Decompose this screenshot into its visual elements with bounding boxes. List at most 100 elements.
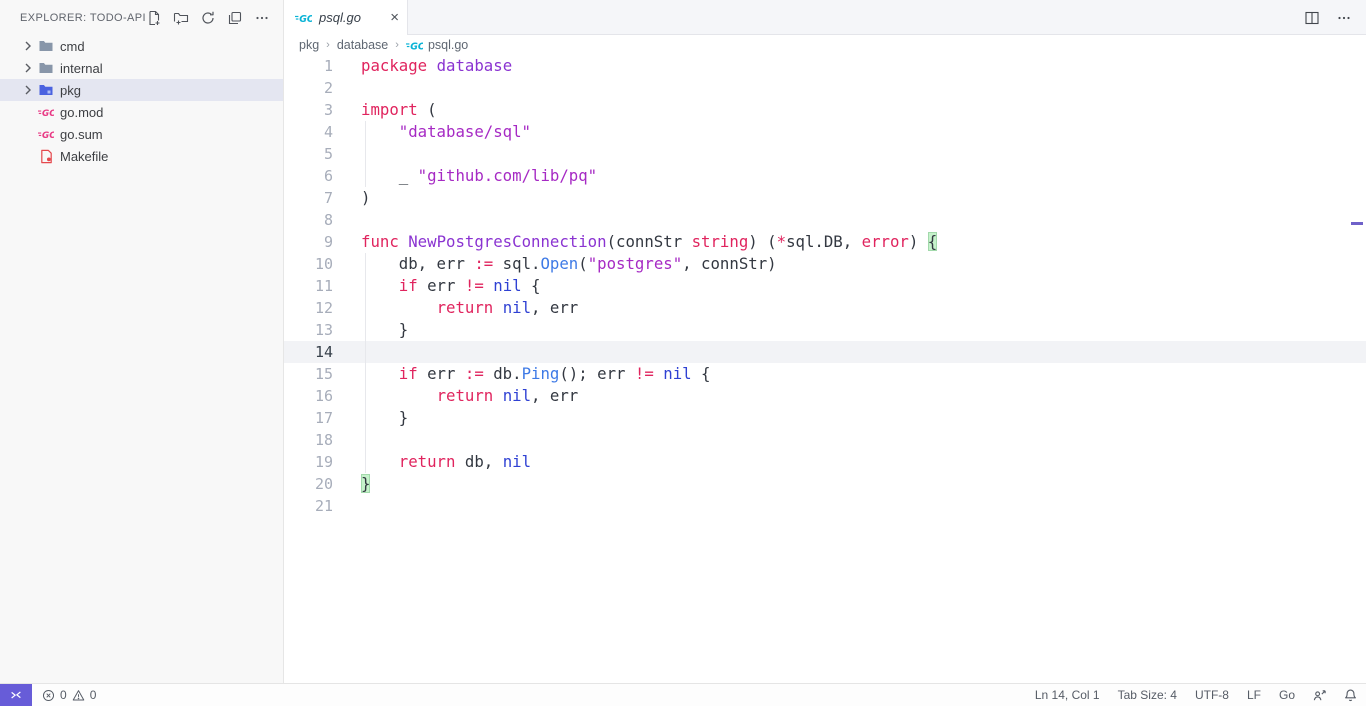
code-editor[interactable]: 1package database23import (4 "database/s…	[284, 55, 1366, 683]
svg-text:GO: GO	[299, 13, 312, 23]
line-number: 11	[284, 275, 333, 297]
tree-item-cmd[interactable]: cmd	[0, 35, 283, 57]
line-number: 13	[284, 319, 333, 341]
tree-item-makefile[interactable]: Makefile	[0, 145, 283, 167]
line-content: db, err := sql.Open("postgres", connStr)	[333, 253, 777, 275]
line-content: )	[333, 187, 370, 209]
line-content: }	[333, 473, 370, 495]
svg-text:GO: GO	[42, 131, 54, 141]
code-line-12: 12 return nil, err	[284, 297, 1366, 319]
error-count: 0	[60, 688, 67, 702]
code-line-19: 19 return db, nil	[284, 451, 1366, 473]
tab-close-icon[interactable]: ×	[390, 10, 399, 25]
language-mode-status[interactable]: Go	[1270, 688, 1304, 702]
code-line-2: 2	[284, 77, 1366, 99]
tree-item-label: go.mod	[60, 105, 103, 120]
line-content: }	[333, 319, 408, 341]
go-icon: GO	[38, 126, 54, 142]
code-line-4: 4 "database/sql"	[284, 121, 1366, 143]
line-number: 3	[284, 99, 333, 121]
line-number: 15	[284, 363, 333, 385]
code-line-16: 16 return nil, err	[284, 385, 1366, 407]
chevron-right-icon	[20, 82, 38, 98]
more-actions-icon[interactable]	[254, 10, 270, 26]
problems-status[interactable]: 0 0	[32, 688, 106, 702]
code-line-6: 6 _ "github.com/lib/pq"	[284, 165, 1366, 187]
split-editor-icon[interactable]	[1304, 10, 1320, 26]
line-number: 18	[284, 429, 333, 451]
indent-guide	[365, 341, 366, 363]
breadcrumb-item-pkg[interactable]: pkg	[299, 38, 319, 52]
breadcrumb: pkg›database›GOpsql.go	[284, 35, 1366, 55]
folder-icon	[38, 38, 54, 54]
line-number: 10	[284, 253, 333, 275]
tree-item-go-sum[interactable]: GOgo.sum	[0, 123, 283, 145]
line-content: "database/sql"	[333, 121, 531, 143]
code-line-5: 5	[284, 143, 1366, 165]
cursor-position-status[interactable]: Ln 14, Col 1	[1026, 688, 1109, 702]
code-line-17: 17 }	[284, 407, 1366, 429]
line-number: 5	[284, 143, 333, 165]
svg-text:GO: GO	[42, 109, 54, 119]
file-tree: cmd internal pkg GO go.mod GOgo.sum Makefile	[0, 35, 283, 683]
line-content	[333, 143, 361, 165]
more-editor-actions-icon[interactable]	[1336, 10, 1352, 26]
refresh-icon[interactable]	[200, 10, 216, 26]
remote-indicator[interactable]	[0, 684, 32, 706]
explorer-title: EXPLORER: TODO-API	[20, 12, 146, 24]
line-number: 6	[284, 165, 333, 187]
tab-label: psql.go	[319, 10, 361, 25]
line-content	[333, 341, 361, 363]
go-icon: GO	[38, 104, 54, 120]
eol-status[interactable]: LF	[1238, 688, 1270, 702]
indent-guide	[365, 451, 366, 473]
code-line-13: 13 }	[284, 319, 1366, 341]
encoding-status[interactable]: UTF-8	[1186, 688, 1238, 702]
tree-item-pkg[interactable]: pkg	[0, 79, 283, 101]
line-content: import (	[333, 99, 437, 121]
line-number: 17	[284, 407, 333, 429]
new-folder-icon[interactable]	[173, 10, 189, 26]
editor-group: GO psql.go ×	[284, 0, 1366, 683]
line-content: return db, nil	[333, 451, 531, 473]
live-share-icon[interactable]	[1304, 684, 1335, 706]
indent-guide	[365, 407, 366, 429]
indent-guide	[365, 143, 366, 165]
line-content: func NewPostgresConnection(connStr strin…	[333, 231, 937, 253]
tab-psql-go[interactable]: GO psql.go ×	[284, 0, 408, 35]
code-line-18: 18	[284, 429, 1366, 451]
line-content: _ "github.com/lib/pq"	[333, 165, 597, 187]
tree-item-internal[interactable]: internal	[0, 57, 283, 79]
tree-item-label: internal	[60, 61, 103, 76]
code-line-20: 20}	[284, 473, 1366, 495]
status-bar: 0 0 Ln 14, Col 1 Tab Size: 4 UTF-8 LF Go	[0, 683, 1366, 706]
line-content: return nil, err	[333, 385, 578, 407]
line-number: 2	[284, 77, 333, 99]
collapse-folders-icon[interactable]	[227, 10, 243, 26]
tree-item-label: Makefile	[60, 149, 108, 164]
line-number: 16	[284, 385, 333, 407]
tree-item-label: cmd	[60, 39, 85, 54]
new-file-icon[interactable]	[146, 10, 162, 26]
code-line-7: 7)	[284, 187, 1366, 209]
indent-guide	[365, 429, 366, 451]
code-line-15: 15 if err := db.Ping(); err != nil {	[284, 363, 1366, 385]
breadcrumb-item-database[interactable]: database	[337, 38, 388, 52]
line-number: 8	[284, 209, 333, 231]
line-content	[333, 495, 361, 517]
indent-guide	[365, 297, 366, 319]
tab-size-status[interactable]: Tab Size: 4	[1109, 688, 1186, 702]
code-line-3: 3import (	[284, 99, 1366, 121]
tree-item-go-mod[interactable]: GO go.mod	[0, 101, 283, 123]
breadcrumb-separator: ›	[395, 39, 399, 51]
line-number: 19	[284, 451, 333, 473]
notifications-bell-icon[interactable]	[1335, 684, 1366, 706]
svg-text:GO: GO	[410, 41, 423, 52]
code-line-1: 1package database	[284, 55, 1366, 77]
breadcrumb-item-psql-go[interactable]: GOpsql.go	[406, 38, 468, 52]
line-content	[333, 429, 361, 451]
line-number: 12	[284, 297, 333, 319]
folder-icon	[38, 60, 54, 76]
tab-bar: GO psql.go ×	[284, 0, 1366, 35]
code-line-9: 9func NewPostgresConnection(connStr stri…	[284, 231, 1366, 253]
